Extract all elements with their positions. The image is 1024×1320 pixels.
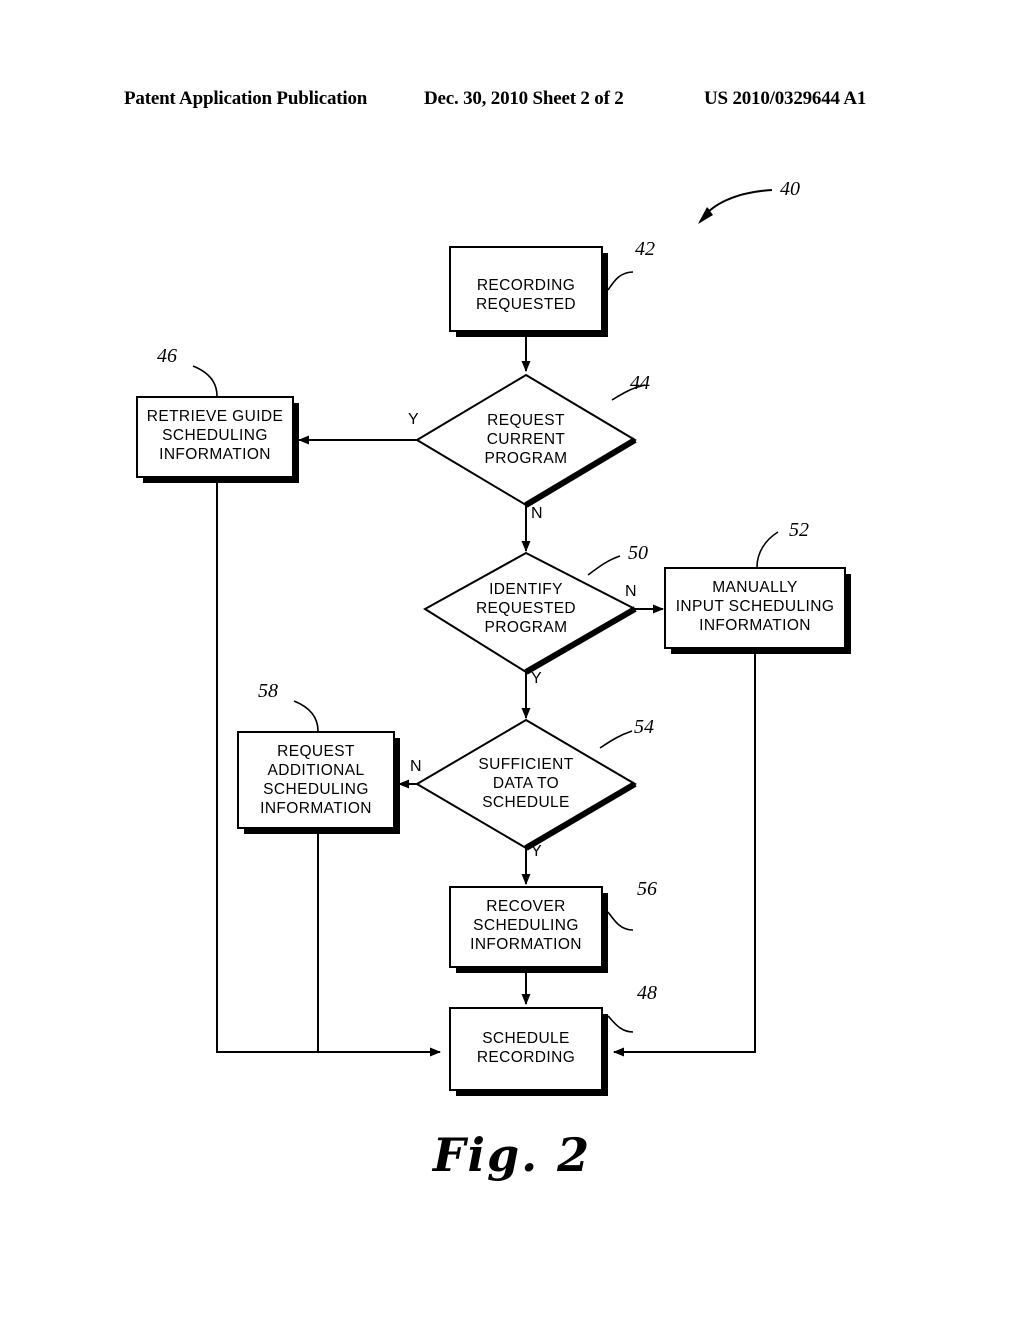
node-sufficient-data-to-schedule: [415, 718, 637, 851]
patent-page: Patent Application Publication Dec. 30, …: [0, 0, 1024, 1320]
connector-52-48: [613, 648, 756, 1057]
ref-leader-50: [587, 555, 621, 576]
ref-leader-58: [293, 700, 319, 732]
node-request-additional-scheduling-information: [237, 731, 400, 834]
node-manually-input-scheduling-information: [664, 567, 851, 654]
node-recover-scheduling-information: [449, 886, 608, 973]
figure-caption: Fig. 2: [432, 1128, 592, 1182]
ref-leader-56: [607, 911, 634, 931]
ref-leader-44: [611, 384, 646, 401]
flowchart-diagram: [136, 189, 851, 1096]
node-request-current-program: [415, 373, 637, 508]
ref-leader-52: [756, 531, 779, 568]
node-schedule-recording: [449, 1007, 608, 1096]
diagram-ref-leader-40: [698, 189, 773, 224]
ref-leader-46: [192, 365, 218, 397]
node-recording-requested: [449, 246, 608, 337]
ref-leader-42: [607, 271, 634, 291]
ref-leader-48: [607, 1015, 634, 1033]
node-identify-requested-program: [423, 551, 638, 675]
ref-leader-54: [599, 730, 633, 749]
node-retrieve-guide-scheduling-information: [136, 396, 299, 483]
